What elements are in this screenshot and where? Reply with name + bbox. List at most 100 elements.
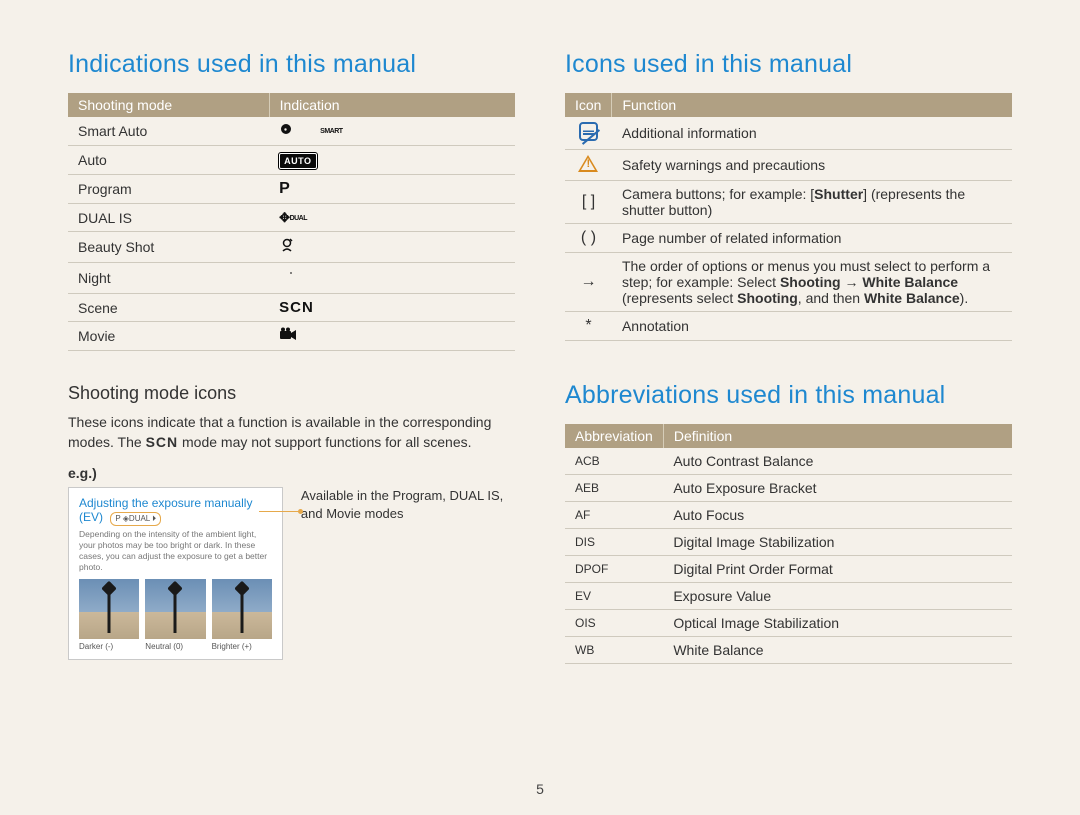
example-box: Adjusting the exposure manually (EV) P ◈… [68, 487, 283, 660]
th-def: Definition [663, 424, 1012, 448]
eg-label: e.g.) [68, 465, 515, 481]
table-row: *Annotation [565, 312, 1012, 341]
mode-indication-icon: SMART [269, 117, 515, 146]
abbr-cell: EV [565, 583, 663, 610]
indications-heading: Indications used in this manual [68, 50, 515, 79]
table-row: Movie [68, 322, 515, 351]
table-row: → The order of options or menus you must … [565, 253, 1012, 312]
example-thumbnail: Neutral (0) [145, 579, 205, 651]
th-indication: Indication [269, 93, 515, 117]
icons-table: Icon Function Additional informationSafe… [565, 93, 1012, 341]
table-row: SceneSCN [68, 294, 515, 322]
mode-name: Smart Auto [68, 117, 269, 146]
table-row: ProgramP [68, 175, 515, 204]
mode-name: Night [68, 263, 269, 294]
abbr-heading: Abbreviations used in this manual [565, 381, 1012, 410]
definition-cell: Exposure Value [663, 583, 1012, 610]
abbr-cell: DIS [565, 529, 663, 556]
example-photo [79, 579, 139, 639]
definition-cell: White Balance [663, 637, 1012, 664]
example-caption: Neutral (0) [145, 642, 205, 651]
icon-cell: ( ) [565, 224, 612, 253]
mode-name: Beauty Shot [68, 232, 269, 263]
example-mode-badge: P ◈DUAL ⏵ [110, 512, 161, 526]
page-number: 5 [0, 781, 1080, 797]
left-column: Indications used in this manual Shooting… [68, 50, 515, 795]
icon-function: Page number of related information [612, 224, 1012, 253]
th-abbr: Abbreviation [565, 424, 663, 448]
th-icon: Icon [565, 93, 612, 117]
abbr-cell: DPOF [565, 556, 663, 583]
icon-function: Additional information [612, 117, 1012, 150]
shooting-mode-icons-desc: These icons indicate that a function is … [68, 412, 515, 453]
right-column: Icons used in this manual Icon Function … [565, 50, 1012, 795]
symbol-icon: * [585, 317, 591, 335]
symbol-icon: [ ] [582, 193, 595, 211]
example-caption: Darker (-) [79, 642, 139, 651]
icon-cell [565, 117, 612, 150]
table-row: [ ]Camera buttons; for example: [Shutter… [565, 181, 1012, 224]
example-desc: Depending on the intensity of the ambien… [79, 529, 272, 573]
mode-name: Movie [68, 322, 269, 351]
definition-cell: Auto Contrast Balance [663, 448, 1012, 475]
table-row: Night [68, 263, 515, 294]
mode-name: Auto [68, 146, 269, 175]
icons-heading: Icons used in this manual [565, 50, 1012, 79]
icon-cell: [ ] [565, 181, 612, 224]
table-row: EVExposure Value [565, 583, 1012, 610]
icon-function: Safety warnings and precautions [612, 150, 1012, 181]
table-row: Smart AutoSMART [68, 117, 515, 146]
table-row: ACBAuto Contrast Balance [565, 448, 1012, 475]
definition-cell: Optical Image Stabilization [663, 610, 1012, 637]
mode-name: Program [68, 175, 269, 204]
mode-indication-icon [269, 322, 515, 351]
icon-function: The order of options or menus you must s… [612, 253, 1012, 312]
mode-name: DUAL IS [68, 204, 269, 232]
abbr-cell: AEB [565, 475, 663, 502]
indications-table: Shooting mode Indication Smart AutoSMART… [68, 93, 515, 351]
abbr-cell: ACB [565, 448, 663, 475]
table-row: AutoAUTO [68, 146, 515, 175]
table-row: Additional information [565, 117, 1012, 150]
example-title: Adjusting the exposure manually (EV) P ◈… [79, 496, 272, 526]
abbr-cell: AF [565, 502, 663, 529]
mode-indication-icon [269, 232, 515, 263]
mode-indication-icon: ✥DUAL [269, 204, 515, 232]
mode-indication-icon [269, 263, 515, 294]
table-row: WBWhite Balance [565, 637, 1012, 664]
scn-inline: SCN [146, 434, 179, 450]
shooting-mode-icons-heading: Shooting mode icons [68, 383, 515, 404]
definition-cell: Auto Focus [663, 502, 1012, 529]
example-thumbnail: Darker (-) [79, 579, 139, 651]
symbol-icon: ( ) [581, 229, 596, 247]
mode-indication-icon: AUTO [269, 146, 515, 175]
abbr-cell: OIS [565, 610, 663, 637]
definition-cell: Digital Print Order Format [663, 556, 1012, 583]
mode-name: Scene [68, 294, 269, 322]
example-caption: Brighter (+) [212, 642, 272, 651]
abbr-table: Abbreviation Definition ACBAuto Contrast… [565, 424, 1012, 664]
icon-cell [565, 150, 612, 181]
icon-cell: * [565, 312, 612, 341]
abbr-cell: WB [565, 637, 663, 664]
table-row: ( ) Page number of related information [565, 224, 1012, 253]
table-row: AEBAuto Exposure Bracket [565, 475, 1012, 502]
symbol-icon: → [580, 273, 596, 291]
table-row: DPOFDigital Print Order Format [565, 556, 1012, 583]
table-row: OISOptical Image Stabilization [565, 610, 1012, 637]
mode-indication-icon: SCN [269, 294, 515, 322]
th-function: Function [612, 93, 1012, 117]
example-photo [212, 579, 272, 639]
table-row: AFAuto Focus [565, 502, 1012, 529]
mode-indication-icon: P [269, 175, 515, 204]
definition-cell: Auto Exposure Bracket [663, 475, 1012, 502]
table-row: DISDigital Image Stabilization [565, 529, 1012, 556]
th-shooting-mode: Shooting mode [68, 93, 269, 117]
table-row: Safety warnings and precautions [565, 150, 1012, 181]
table-row: Beauty Shot [68, 232, 515, 263]
example-photo [145, 579, 205, 639]
definition-cell: Digital Image Stabilization [663, 529, 1012, 556]
warning-icon [578, 155, 598, 172]
icon-cell: → [565, 253, 612, 312]
table-row: DUAL IS✥DUAL [68, 204, 515, 232]
